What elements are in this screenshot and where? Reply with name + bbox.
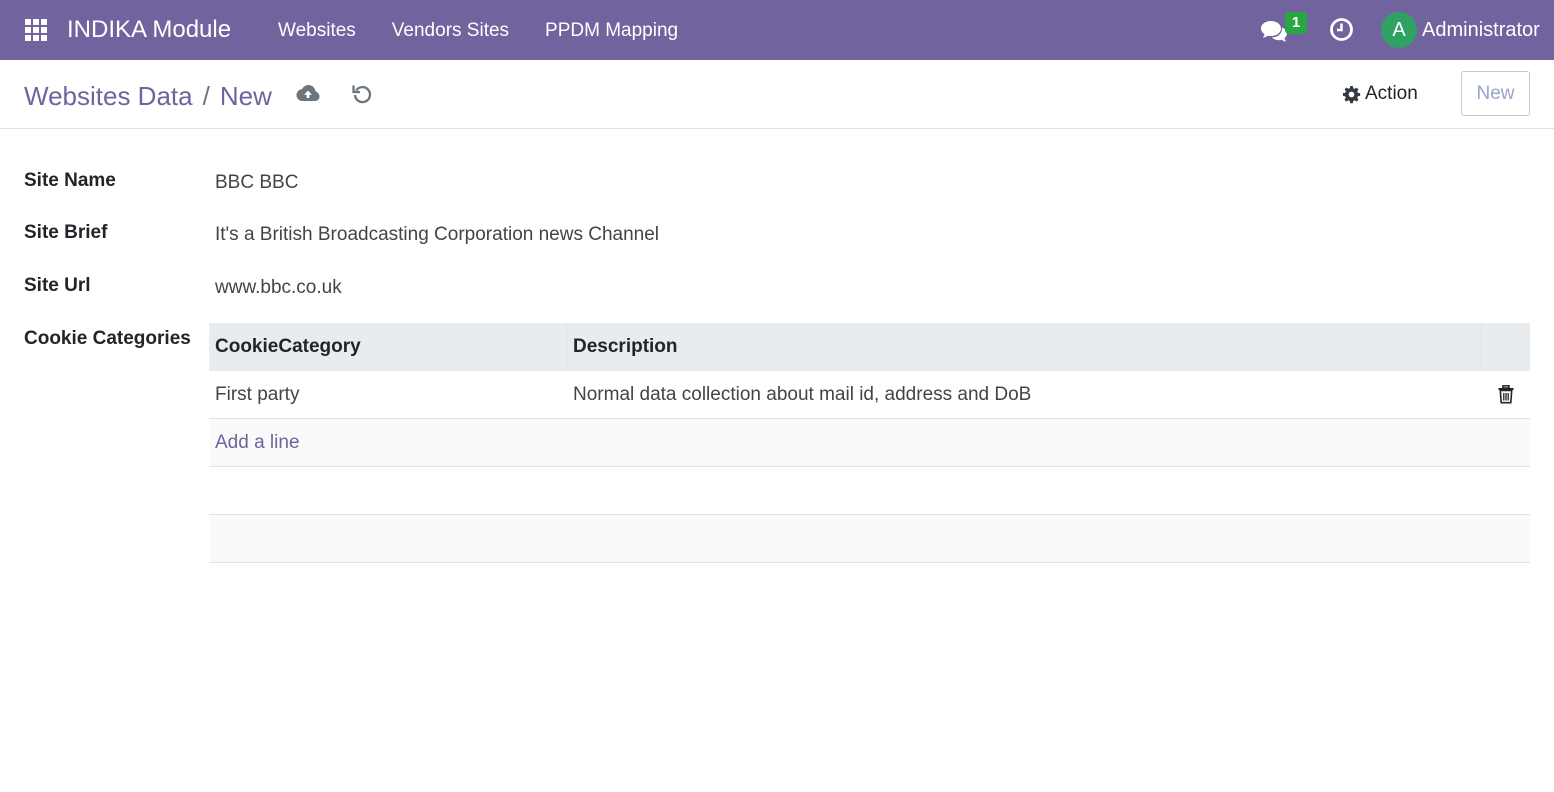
column-header-description[interactable]: Description <box>567 323 1482 371</box>
table-row[interactable]: First party Normal data collection about… <box>209 371 1530 419</box>
column-header-actions <box>1482 323 1530 371</box>
site-name-label: Site Name <box>24 170 116 191</box>
cookie-categories-label: Cookie Categories <box>24 328 191 349</box>
add-line-row: Add a line <box>209 419 1530 467</box>
control-panel: Websites Data / New Action New <box>0 60 1554 129</box>
top-navbar: INDIKA Module Websites Vendors Sites PPD… <box>0 0 1554 60</box>
save-cloud-upload-icon[interactable] <box>296 83 320 103</box>
breadcrumb-separator: / <box>202 81 210 111</box>
apps-menu-icon[interactable] <box>25 19 47 41</box>
empty-table-row <box>209 467 1530 515</box>
column-header-cookie-category[interactable]: CookieCategory <box>209 323 567 371</box>
menu-item-websites[interactable]: Websites <box>278 18 356 44</box>
chat-icon[interactable] <box>1260 19 1288 43</box>
action-label: Action <box>1365 83 1418 104</box>
delete-row-trash-icon[interactable] <box>1498 385 1514 404</box>
cookie-categories-table: CookieCategory Description First party N… <box>209 323 1530 563</box>
gear-icon <box>1342 85 1361 103</box>
site-url-label: Site Url <box>24 275 91 296</box>
user-avatar[interactable]: A <box>1381 12 1417 48</box>
table-header: CookieCategory Description <box>209 323 1530 371</box>
breadcrumb-current: New <box>219 81 272 111</box>
site-brief-field[interactable]: It's a British Broadcasting Corporation … <box>215 223 659 247</box>
activity-clock-icon[interactable] <box>1329 17 1354 42</box>
add-a-line-link[interactable]: Add a line <box>215 432 300 453</box>
new-button[interactable]: New <box>1461 71 1530 116</box>
description-cell[interactable]: Normal data collection about mail id, ad… <box>567 371 1482 418</box>
main-menu: Websites Vendors Sites PPDM Mapping <box>278 18 714 44</box>
app-brand[interactable]: INDIKA Module <box>67 15 231 45</box>
breadcrumb: Websites Data / New <box>24 80 272 112</box>
action-menu-button[interactable]: Action <box>1342 82 1418 106</box>
empty-table-row <box>209 515 1530 563</box>
chat-count-badge: 1 <box>1285 12 1307 34</box>
breadcrumb-parent-link[interactable]: Websites Data <box>24 80 193 112</box>
menu-item-ppdm-mapping[interactable]: PPDM Mapping <box>545 18 678 44</box>
site-name-field[interactable]: BBC BBC <box>215 171 298 195</box>
user-menu-name[interactable]: Administrator <box>1422 17 1540 43</box>
menu-item-vendors-sites[interactable]: Vendors Sites <box>392 18 509 44</box>
site-url-field[interactable]: www.bbc.co.uk <box>215 276 342 300</box>
cookie-category-cell[interactable]: First party <box>209 371 567 418</box>
discard-undo-icon[interactable] <box>351 83 373 105</box>
site-brief-label: Site Brief <box>24 222 108 243</box>
